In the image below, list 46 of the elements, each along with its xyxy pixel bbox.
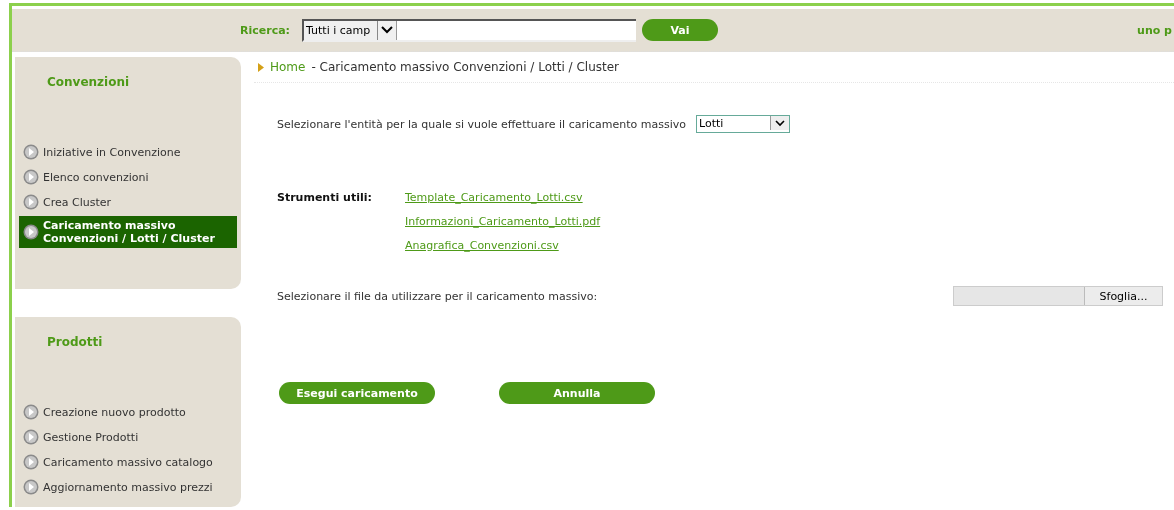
sidebar-item-label: Elenco convenzioni xyxy=(43,170,149,184)
action-button[interactable]: Annulla xyxy=(499,382,655,404)
sidebar-item-label: Caricamento massivo catalogo xyxy=(43,455,213,469)
go-button[interactable]: Vai xyxy=(642,19,718,41)
sidebar-item[interactable]: Crea Cluster xyxy=(19,191,237,213)
sidebar-item-label: Caricamento massivo Convenzioni / Lotti / Cluster xyxy=(43,219,216,245)
sidebar-item[interactable]: Elenco convenzioni xyxy=(19,166,237,188)
search-field[interactable]: Tutti i camp xyxy=(302,18,636,42)
sidebar-item[interactable]: Gestione Prodotti xyxy=(19,426,237,448)
play-bullet-icon xyxy=(23,479,39,495)
sidebar-item[interactable]: Caricamento massivo Convenzioni / Lotti / Cluster xyxy=(19,216,237,248)
play-bullet-icon xyxy=(23,429,39,445)
play-bullet-icon xyxy=(23,224,39,240)
play-bullet-icon xyxy=(23,144,39,160)
sidebar-item-label: Aggiornamento massivo prezzi xyxy=(43,480,213,494)
triangle-right-icon xyxy=(258,62,264,72)
chevron-down-icon xyxy=(381,26,393,34)
entity-label: Selezionare l'entità per la quale si vuole effettuare il caricamento massivo xyxy=(277,117,686,131)
home-link[interactable]: Home xyxy=(270,60,306,74)
sidebar-title: Prodotti xyxy=(47,335,104,349)
file-input-field[interactable]: Sfoglia... xyxy=(953,286,1163,306)
entity-select[interactable]: Lotti xyxy=(696,115,790,133)
sidebar-item-label: Gestione Prodotti xyxy=(43,430,139,444)
breadcrumb-text: - Caricamento massivo Convenzioni / Lotti / Cluster xyxy=(311,60,620,74)
action-button[interactable]: Esegui caricamento xyxy=(279,382,435,404)
sidebar-item[interactable]: Caricamento massivo catalogo xyxy=(19,451,237,473)
chevron-down-icon xyxy=(770,116,789,130)
play-bullet-icon xyxy=(23,454,39,470)
file-link[interactable]: Template_Caricamento_Lotti.csv xyxy=(405,191,601,204)
file-link[interactable]: Anagrafica_Convenzioni.csv xyxy=(405,239,601,252)
file-label: Selezionare il file da utilizzare per il caricamento massivo: xyxy=(277,289,598,303)
tools-label: Strumenti utili: xyxy=(277,191,373,206)
search-label: Ricerca: xyxy=(240,23,290,37)
sidebar-item[interactable]: Creazione nuovo prodotto xyxy=(19,401,237,423)
play-bullet-icon xyxy=(23,404,39,420)
play-bullet-icon xyxy=(23,169,39,185)
file-link[interactable]: Informazioni_Caricamento_Lotti.pdf xyxy=(405,215,601,228)
sidebar-item-label: Iniziative in Convenzione xyxy=(43,145,181,159)
browse-button[interactable]: Sfoglia... xyxy=(1084,287,1162,305)
play-bullet-icon xyxy=(23,194,39,210)
sidebar-item-label: Creazione nuovo prodotto xyxy=(43,405,186,419)
sidebar-title: Convenzioni xyxy=(47,75,131,89)
sidebar-item[interactable]: Aggiornamento massivo prezzi xyxy=(19,476,237,498)
search-scope-select[interactable]: Tutti i camp xyxy=(304,20,397,40)
sidebar-item-label: Crea Cluster xyxy=(43,195,111,209)
sidebar-item[interactable]: Iniziative in Convenzione xyxy=(19,141,237,163)
